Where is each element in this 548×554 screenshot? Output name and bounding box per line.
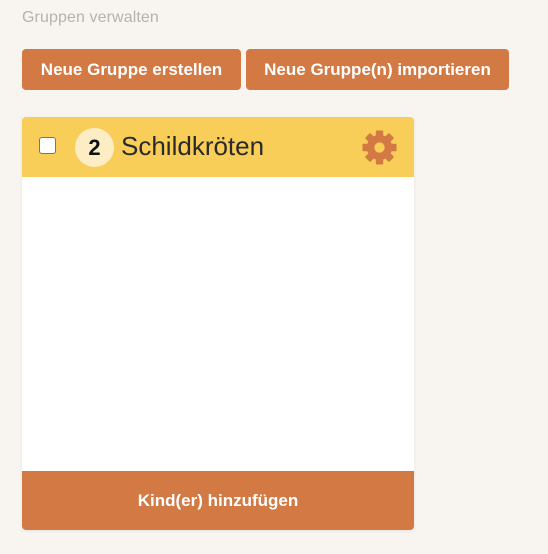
- group-card: 2 Schildkröten Kind(er) hinzufügen: [22, 117, 414, 530]
- group-select-checkbox[interactable]: [39, 137, 56, 154]
- import-groups-button[interactable]: Neue Gruppe(n) importieren: [246, 49, 509, 90]
- page-title: Gruppen verwalten: [22, 9, 159, 26]
- member-count-badge: 2: [75, 128, 114, 167]
- new-group-button[interactable]: Neue Gruppe erstellen: [22, 49, 241, 90]
- gear-icon[interactable]: [361, 129, 398, 166]
- group-members-area: [22, 177, 414, 471]
- toolbar: Neue Gruppe erstellen Neue Gruppe(n) imp…: [22, 49, 509, 90]
- add-children-button[interactable]: Kind(er) hinzufügen: [22, 471, 414, 530]
- group-name: Schildkröten: [121, 131, 265, 161]
- group-card-header: 2 Schildkröten: [22, 117, 414, 177]
